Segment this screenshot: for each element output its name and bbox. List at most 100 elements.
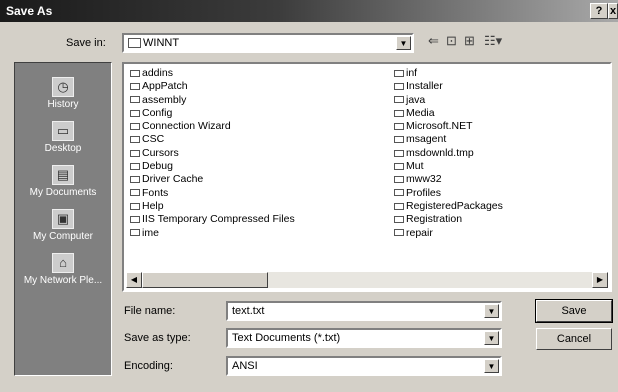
place-history[interactable]: ◷ History <box>15 77 111 110</box>
list-item-label: Driver Cache <box>142 173 204 186</box>
folder-icon <box>130 202 140 210</box>
place-label: My Computer <box>32 231 93 242</box>
folder-icon <box>130 189 140 197</box>
folder-icon <box>394 136 404 144</box>
save-in-value: WINNT <box>128 37 179 49</box>
list-item[interactable]: Config <box>130 107 295 120</box>
list-item-label: Installer <box>406 80 443 93</box>
list-item[interactable]: AppPatch <box>130 80 295 93</box>
list-item[interactable]: Help <box>130 200 295 213</box>
list-item-label: Connection Wizard <box>142 120 231 133</box>
list-item[interactable]: RegisteredPackages <box>394 200 503 213</box>
save-button[interactable]: Save <box>535 299 613 323</box>
list-item[interactable]: IIS Temporary Compressed Files <box>130 213 295 226</box>
save-as-type-label: Save as type: <box>124 332 191 344</box>
list-item[interactable]: Cursors <box>130 147 295 160</box>
list-item[interactable]: ime <box>130 227 295 240</box>
list-item[interactable]: Profiles <box>394 187 503 200</box>
folder-icon <box>394 109 404 117</box>
file-name-label: File name: <box>124 305 176 317</box>
list-item[interactable]: Mut <box>394 160 503 173</box>
list-item[interactable]: msdownld.tmp <box>394 147 503 160</box>
list-item-label: Config <box>142 106 173 119</box>
list-item-label: Cursors <box>142 146 179 159</box>
folder-icon <box>394 215 404 223</box>
cancel-button[interactable]: Cancel <box>536 328 612 350</box>
folder-icon <box>130 122 140 130</box>
place-desktop[interactable]: ▭ Desktop <box>15 121 111 154</box>
list-item-label: mww32 <box>406 173 442 186</box>
list-item-label: msagent <box>406 133 447 146</box>
place-my-computer[interactable]: ▣ My Computer <box>15 209 111 242</box>
folder-icon <box>394 176 404 184</box>
scroll-right-icon[interactable]: ▶ <box>592 272 608 288</box>
list-item-label: Mut <box>406 160 424 173</box>
file-name-input[interactable]: text.txt ▼ <box>226 301 502 321</box>
up-folder-icon[interactable]: ⊡ <box>446 33 457 49</box>
list-item[interactable]: inf <box>394 67 503 80</box>
save-as-type-dropdown[interactable]: Text Documents (*.txt) ▼ <box>226 328 502 348</box>
folder-icon <box>130 136 140 144</box>
folder-icon <box>128 38 141 49</box>
chevron-down-icon[interactable]: ▼ <box>484 304 499 318</box>
folder-icon <box>130 109 140 117</box>
list-item[interactable]: msagent <box>394 133 503 146</box>
close-button[interactable]: x <box>608 3 618 19</box>
horizontal-scrollbar[interactable]: ◀ ▶ <box>126 272 608 288</box>
place-label: My Documents <box>29 187 97 198</box>
list-item-label: Media <box>406 106 435 119</box>
list-item[interactable]: CSC <box>130 133 295 146</box>
folder-icon <box>130 69 140 77</box>
help-button[interactable]: ? <box>590 3 608 19</box>
list-item[interactable]: Installer <box>394 80 503 93</box>
desktop-icon: ▭ <box>52 121 74 141</box>
back-arrow-icon[interactable]: ⇐ <box>428 33 439 49</box>
file-name-value: text.txt <box>232 305 265 317</box>
encoding-dropdown[interactable]: ANSI ▼ <box>226 356 502 376</box>
list-item[interactable]: assembly <box>130 94 295 107</box>
chevron-down-icon[interactable]: ▼ <box>484 359 499 373</box>
list-item[interactable]: Microsoft.NET <box>394 120 503 133</box>
list-item[interactable]: mww32 <box>394 173 503 186</box>
folder-icon <box>394 162 404 170</box>
my-computer-icon: ▣ <box>52 209 74 229</box>
scroll-left-icon[interactable]: ◀ <box>126 272 142 288</box>
list-item-label: repair <box>406 226 433 239</box>
chevron-down-icon[interactable]: ▼ <box>396 36 411 50</box>
views-menu-icon[interactable]: ☷▾ <box>484 33 502 49</box>
list-item-label: java <box>406 93 426 106</box>
scroll-thumb[interactable] <box>142 272 268 288</box>
list-item[interactable]: Registration <box>394 213 503 226</box>
list-item[interactable]: java <box>394 94 503 107</box>
list-item-label: assembly <box>142 93 187 106</box>
place-label: History <box>47 99 79 110</box>
network-places-icon: ⌂ <box>52 253 74 273</box>
list-item-label: CSC <box>142 133 165 146</box>
title-bar[interactable]: Save As ? x <box>0 0 618 22</box>
folder-icon <box>394 229 404 237</box>
list-item[interactable]: Driver Cache <box>130 173 295 186</box>
file-list[interactable]: addins AppPatch assembly Config Connection W… <box>122 62 612 292</box>
save-in-dropdown[interactable]: WINNT ▼ <box>122 33 414 53</box>
file-column-2: inf Installer java Media Microsoft.NET msagen… <box>394 67 503 240</box>
encoding-label: Encoding: <box>124 360 173 372</box>
list-item-label: AppPatch <box>142 80 188 93</box>
place-my-documents[interactable]: ▤ My Documents <box>15 165 111 198</box>
chevron-down-icon[interactable]: ▼ <box>484 331 499 345</box>
list-item-label: inf <box>406 67 418 79</box>
window-title: Save As <box>6 4 53 18</box>
place-network[interactable]: ⌂ My Network Ple... <box>15 253 111 286</box>
my-documents-icon: ▤ <box>52 165 74 185</box>
list-item[interactable]: Fonts <box>130 187 295 200</box>
list-item[interactable]: Debug <box>130 160 295 173</box>
list-item[interactable]: Media <box>394 107 503 120</box>
new-folder-icon[interactable]: ⊞ <box>464 33 475 49</box>
folder-icon <box>130 162 140 170</box>
list-item[interactable]: repair <box>394 227 503 240</box>
list-item-label: addins <box>142 67 173 79</box>
list-item-label: ime <box>142 226 159 239</box>
list-item[interactable]: addins <box>130 67 295 80</box>
list-item[interactable]: Connection Wizard <box>130 120 295 133</box>
place-label: My Network Ple... <box>23 275 103 286</box>
place-label: Desktop <box>44 143 82 154</box>
